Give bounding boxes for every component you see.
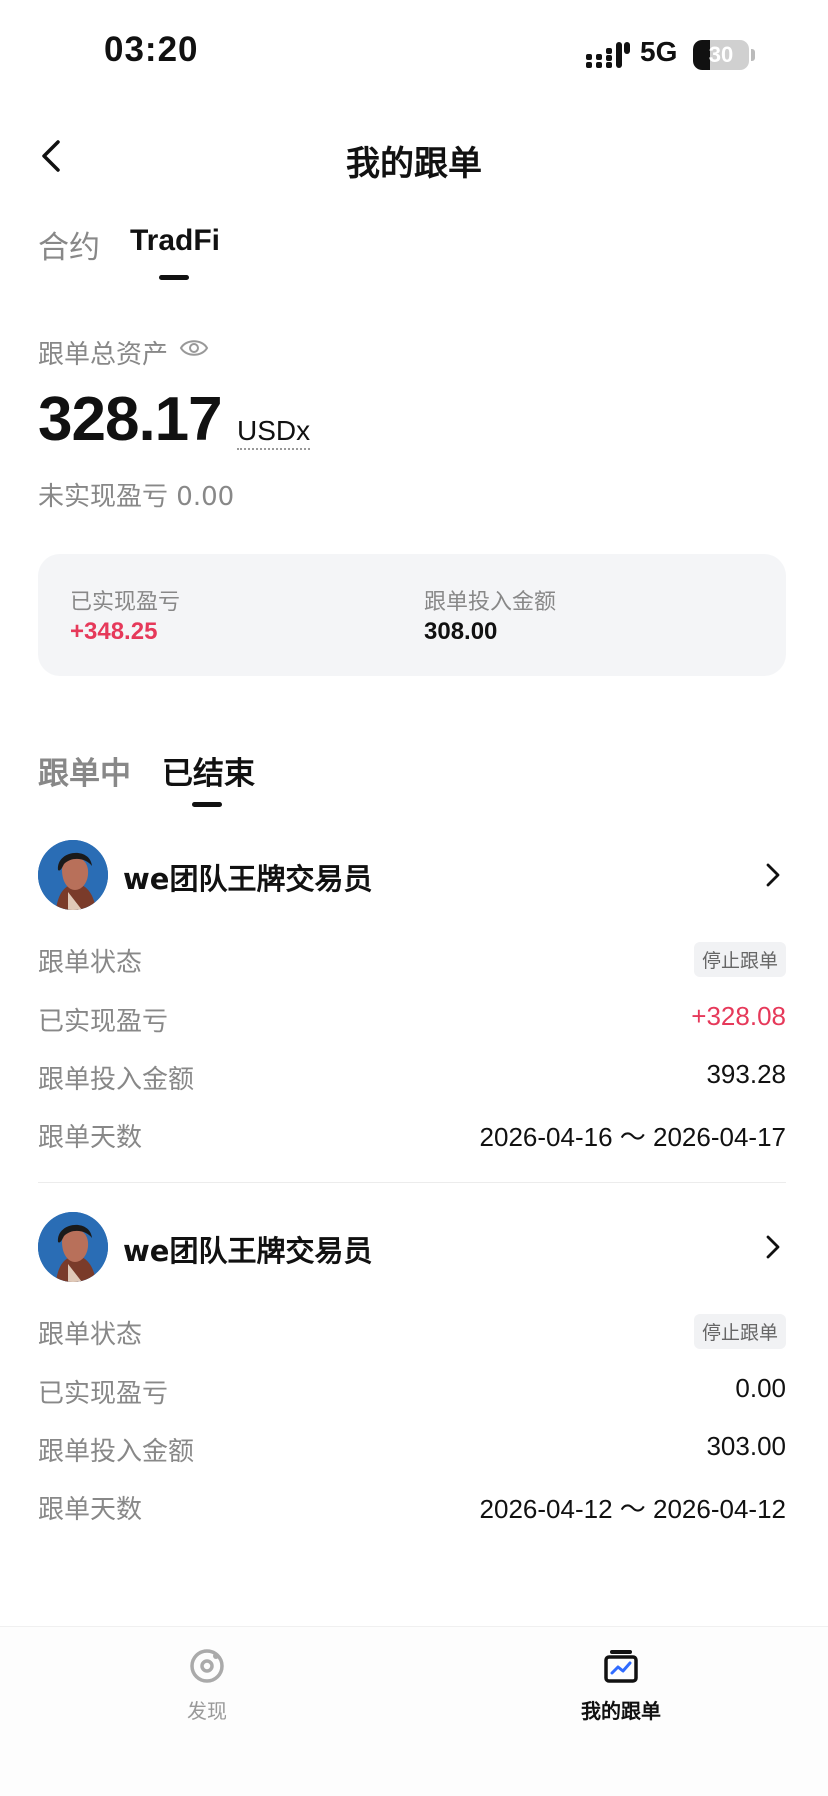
invest-value: 303.00 (706, 1431, 786, 1461)
avatar-portrait-icon (38, 840, 108, 910)
realized-label: 已实现盈亏 (70, 590, 181, 615)
nav-discover[interactable]: 发现 (167, 1695, 247, 1724)
trader-name[interactable]: we团队王牌交易员 (123, 1228, 372, 1270)
currency-unit[interactable]: USDx (237, 415, 311, 450)
invest-value: 393.28 (706, 1059, 786, 1089)
realized-label: 已实现盈亏 (38, 1379, 169, 1409)
days-value: 2026-04-12 ～ 2026-04-12 (479, 1494, 786, 1524)
realized-value: 0.00 (735, 1373, 786, 1403)
status-badge: 停止跟单 (693, 1314, 786, 1349)
avatar[interactable] (38, 1212, 108, 1282)
avatar-portrait-icon (38, 1212, 108, 1282)
days-value: 2026-04-16 ～ 2026-04-17 (479, 1122, 786, 1152)
chevron-right-icon[interactable] (765, 862, 781, 888)
chevron-right-icon[interactable] (765, 1234, 781, 1260)
tab-active-indicator (159, 275, 189, 280)
list-tab-indicator (192, 802, 222, 807)
status-label: 跟单状态 (38, 1320, 143, 1350)
realized-value: +328.08 (691, 1001, 786, 1031)
signal-icon (586, 42, 630, 68)
total-assets-value: 328.17 (38, 385, 223, 454)
trader-name[interactable]: we团队王牌交易员 (123, 856, 372, 898)
realized-label: 已实现盈亏 (38, 1007, 169, 1037)
invest-label: 跟单投入金额 (38, 1437, 195, 1467)
tab-contract[interactable]: 合约 (38, 222, 100, 267)
network-type: 5G (640, 36, 678, 67)
days-label: 跟单天数 (38, 1495, 143, 1525)
unrealized-value: 0.00 (176, 482, 235, 512)
record-divider (38, 1182, 786, 1183)
status-time: 03:20 (104, 30, 199, 69)
battery-cap (751, 49, 755, 61)
eye-icon[interactable] (179, 336, 209, 360)
invest-label: 跟单投入金额 (424, 590, 557, 615)
bottom-nav (0, 1626, 828, 1796)
nav-my-copy-trading[interactable]: 我的跟单 (571, 1695, 671, 1724)
unrealized-label: 未实现盈亏 (38, 482, 169, 512)
battery-icon: 30 (693, 40, 749, 70)
my-copy-trading-icon[interactable] (601, 1646, 641, 1686)
tab-ended-copies[interactable]: 已结束 (162, 748, 255, 793)
days-label: 跟单天数 (38, 1123, 143, 1153)
tab-tradfi[interactable]: TradFi (130, 224, 220, 258)
realized-value: +348.25 (70, 618, 158, 645)
unrealized-pnl: 未实现盈亏 0.00 (38, 476, 234, 513)
status-badge: 停止跟单 (693, 942, 786, 977)
invest-label: 跟单投入金额 (38, 1065, 195, 1095)
status-label: 跟单状态 (38, 948, 143, 978)
invest-value: 308.00 (424, 618, 498, 645)
avatar[interactable] (38, 840, 108, 910)
battery-percent: 30 (708, 42, 734, 67)
tab-active-copies[interactable]: 跟单中 (38, 748, 131, 793)
page-title: 我的跟单 (346, 144, 482, 184)
discover-icon[interactable] (187, 1646, 227, 1686)
assets-label: 跟单总资产 (38, 340, 169, 370)
